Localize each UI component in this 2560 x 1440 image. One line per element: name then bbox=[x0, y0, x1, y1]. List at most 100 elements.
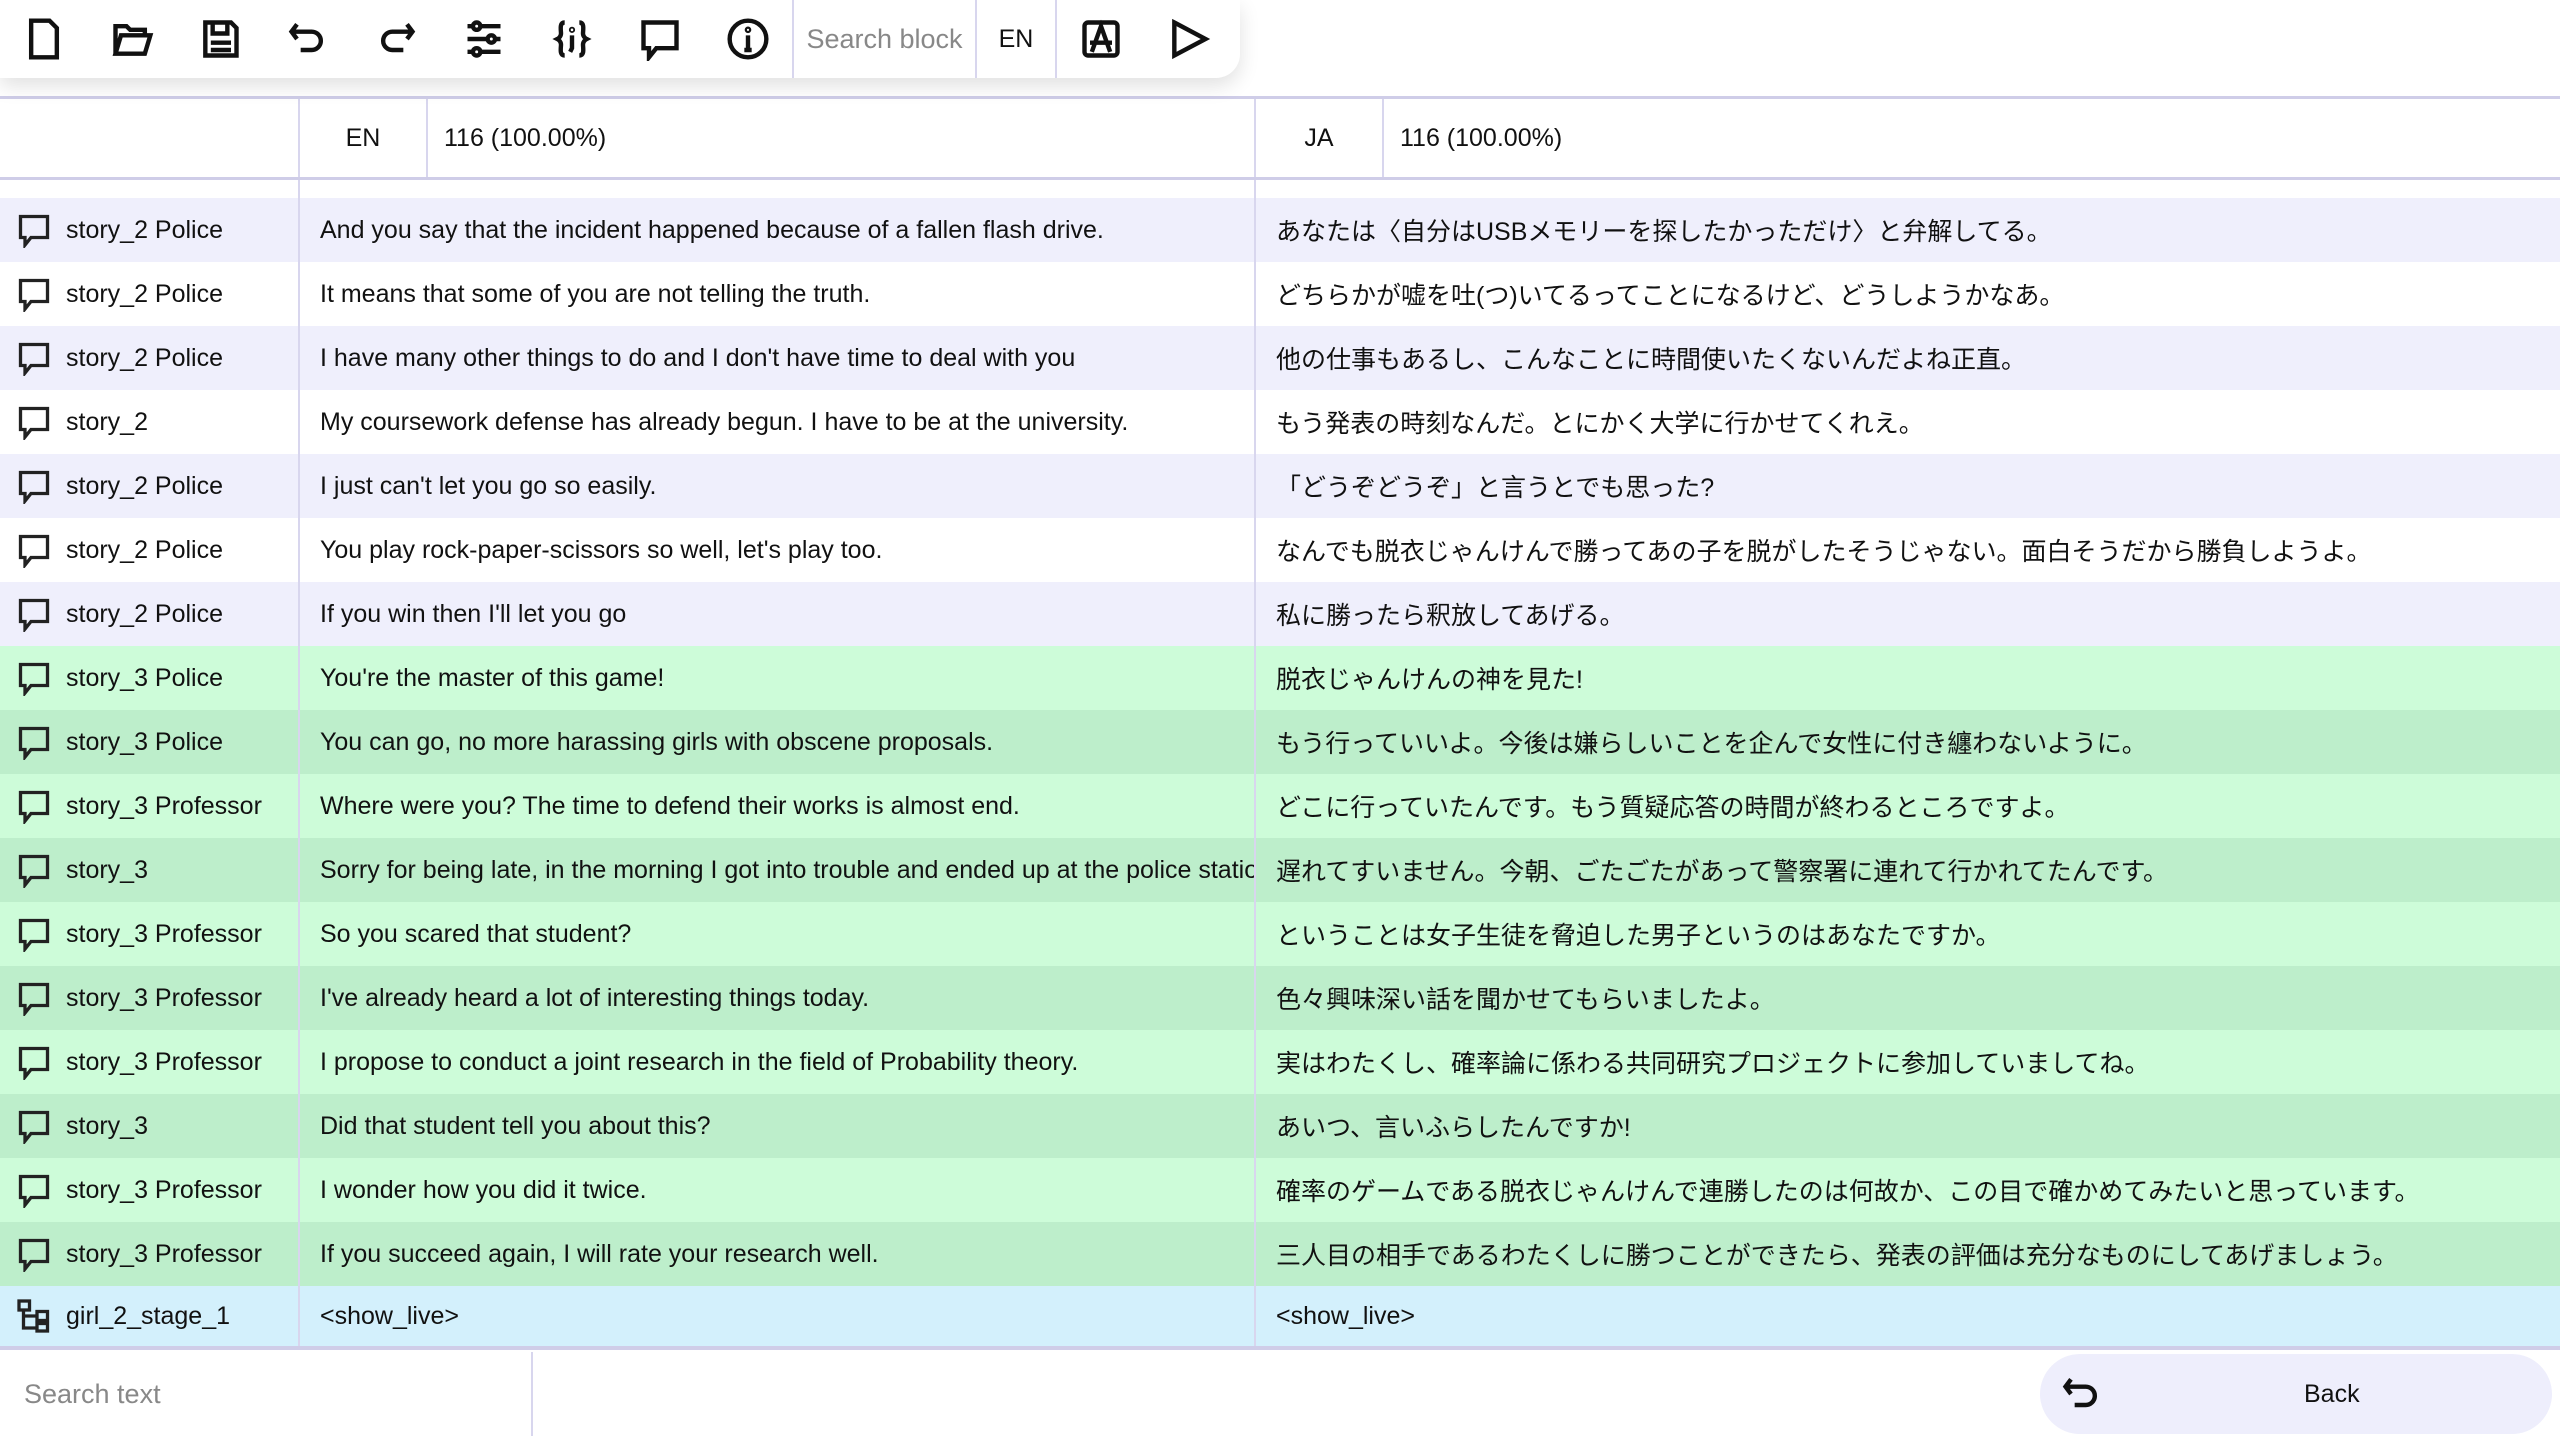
source-text-cell[interactable]: I have many other things to do and I don… bbox=[300, 326, 1256, 390]
table-row[interactable]: story_3 Professor I wonder how you did i… bbox=[0, 1158, 2560, 1222]
table-row[interactable]: story_2 Police You play rock-paper-sciss… bbox=[0, 518, 2560, 582]
speaker-cell[interactable]: story_2 Police bbox=[0, 518, 300, 582]
target-text-cell[interactable]: どこに行っていたんです。もう質疑応答の時間が終わるところですよ。 bbox=[1256, 774, 2560, 838]
source-text-cell[interactable]: If you succeed again, I will rate your r… bbox=[300, 1222, 1256, 1286]
comment-icon[interactable] bbox=[16, 532, 52, 568]
speaker-cell[interactable]: story_3 Professor bbox=[0, 1030, 300, 1094]
table-row[interactable]: story_3 Professor Where were you? The ti… bbox=[0, 774, 2560, 838]
speaker-cell[interactable]: story_2 Police bbox=[0, 326, 300, 390]
undo-icon[interactable] bbox=[264, 0, 352, 78]
source-text-cell[interactable]: You're the master of this game! bbox=[300, 646, 1256, 710]
speaker-cell[interactable]: story_2 Police bbox=[0, 582, 300, 646]
comment-icon[interactable] bbox=[16, 852, 52, 888]
source-text-cell[interactable]: Did that student tell you about this? bbox=[300, 1094, 1256, 1158]
comment-icon[interactable] bbox=[16, 468, 52, 504]
source-text-cell[interactable]: Sorry for being late, in the morning I g… bbox=[300, 838, 1256, 902]
target-text-cell[interactable]: なんでも脱衣じゃんけんで勝ってあの子を脱がしたそうじゃない。面白そうだから勝負し… bbox=[1256, 518, 2560, 582]
source-text-cell[interactable]: I just can't let you go so easily. bbox=[300, 454, 1256, 518]
comment-icon[interactable] bbox=[16, 788, 52, 824]
speaker-cell[interactable]: story_3 Professor bbox=[0, 1222, 300, 1286]
open-folder-icon[interactable] bbox=[88, 0, 176, 78]
comment-icon[interactable] bbox=[16, 212, 52, 248]
table-row[interactable]: story_3 Professor I propose to conduct a… bbox=[0, 1030, 2560, 1094]
table-row[interactable]: story_3 Police You can go, no more haras… bbox=[0, 710, 2560, 774]
search-text-input[interactable]: Search text bbox=[0, 1352, 533, 1436]
target-text-cell[interactable]: 実はわたくし、確率論に係わる共同研究プロジェクトに参加していましてね。 bbox=[1256, 1030, 2560, 1094]
json-braces-icon[interactable] bbox=[528, 0, 616, 78]
table-row[interactable]: story_3 Police You're the master of this… bbox=[0, 646, 2560, 710]
comment-icon[interactable] bbox=[16, 724, 52, 760]
source-text-cell[interactable]: <show_live> bbox=[300, 1286, 1256, 1346]
table-row[interactable]: girl_2_stage_1 <show_live> <show_live> bbox=[0, 1286, 2560, 1350]
play-icon[interactable] bbox=[1145, 0, 1233, 78]
target-text-cell[interactable]: 色々興味深い話を聞かせてもらいましたよ。 bbox=[1256, 966, 2560, 1030]
target-text-cell[interactable]: 「どうぞどうぞ」と言うとでも思った? bbox=[1256, 454, 2560, 518]
comment-icon[interactable] bbox=[16, 1236, 52, 1272]
comment-icon[interactable] bbox=[16, 404, 52, 440]
speaker-cell[interactable]: story_3 bbox=[0, 838, 300, 902]
back-button[interactable]: Back bbox=[2040, 1354, 2552, 1434]
speaker-cell[interactable]: story_2 Police bbox=[0, 262, 300, 326]
source-text-cell[interactable]: I wonder how you did it twice. bbox=[300, 1158, 1256, 1222]
target-text-cell[interactable]: あなたは〈自分はUSBメモリーを探したかっただけ〉と弁解してる。 bbox=[1256, 198, 2560, 262]
target-text-cell[interactable]: 遅れてすいません。今朝、ごたごたがあって警察署に連れて行かれてたんです。 bbox=[1256, 838, 2560, 902]
source-text-cell[interactable]: It means that some of you are not tellin… bbox=[300, 262, 1256, 326]
source-text-cell[interactable]: I've already heard a lot of interesting … bbox=[300, 966, 1256, 1030]
speaker-cell[interactable]: story_3 Professor bbox=[0, 774, 300, 838]
target-text-cell[interactable]: 他の仕事もあるし、こんなことに時間使いたくないんだよね正直。 bbox=[1256, 326, 2560, 390]
comment-icon[interactable] bbox=[16, 596, 52, 632]
language-toggle[interactable]: EN bbox=[977, 0, 1057, 78]
comment-icon[interactable] bbox=[16, 980, 52, 1016]
target-text-cell[interactable]: ということは女子生徒を脅迫した男子というのはあなたですか。 bbox=[1256, 902, 2560, 966]
translate-icon[interactable] bbox=[1057, 0, 1145, 78]
comment-icon[interactable] bbox=[16, 1172, 52, 1208]
search-block-input[interactable]: Search block bbox=[792, 0, 977, 78]
speaker-cell[interactable]: story_2 bbox=[0, 390, 300, 454]
target-text-cell[interactable]: あいつ、言いふらしたんですか! bbox=[1256, 1094, 2560, 1158]
target-text-cell[interactable]: もう発表の時刻なんだ。とにかく大学に行かせてくれえ。 bbox=[1256, 390, 2560, 454]
info-icon[interactable] bbox=[704, 0, 792, 78]
save-icon[interactable] bbox=[176, 0, 264, 78]
new-file-icon[interactable] bbox=[0, 0, 88, 78]
target-text-cell[interactable]: 私に勝ったら釈放してあげる。 bbox=[1256, 582, 2560, 646]
table-row[interactable]: story_3 Sorry for being late, in the mor… bbox=[0, 838, 2560, 902]
table-row[interactable]: story_3 Professor So you scared that stu… bbox=[0, 902, 2560, 966]
table-row[interactable]: story_3 Professor If you succeed again, … bbox=[0, 1222, 2560, 1286]
target-text-cell[interactable]: 脱衣じゃんけんの神を見た! bbox=[1256, 646, 2560, 710]
speaker-cell[interactable]: story_2 Police bbox=[0, 198, 300, 262]
speaker-cell[interactable]: story_3 Police bbox=[0, 646, 300, 710]
table-row[interactable]: story_2 Police If you win then I'll let … bbox=[0, 582, 2560, 646]
comment-icon[interactable] bbox=[616, 0, 704, 78]
table-row[interactable]: story_3 Professor I've already heard a l… bbox=[0, 966, 2560, 1030]
target-text-cell[interactable]: 確率のゲームである脱衣じゃんけんで連勝したのは何故か、この目で確かめてみたいと思… bbox=[1256, 1158, 2560, 1222]
comment-icon[interactable] bbox=[16, 276, 52, 312]
speaker-cell[interactable]: story_3 bbox=[0, 1094, 300, 1158]
table-row[interactable]: story_2 Police And you say that the inci… bbox=[0, 198, 2560, 262]
source-text-cell[interactable]: If you win then I'll let you go bbox=[300, 582, 1256, 646]
comment-icon[interactable] bbox=[16, 660, 52, 696]
speaker-cell[interactable]: girl_2_stage_1 bbox=[0, 1286, 300, 1346]
speaker-cell[interactable]: story_3 Police bbox=[0, 710, 300, 774]
source-text-cell[interactable]: And you say that the incident happened b… bbox=[300, 198, 1256, 262]
node-tree-icon[interactable] bbox=[16, 1298, 52, 1334]
target-text-cell[interactable]: もう行っていいよ。今後は嫌らしいことを企んで女性に付き纏わないように。 bbox=[1256, 710, 2560, 774]
source-text-cell[interactable]: Where were you? The time to defend their… bbox=[300, 774, 1256, 838]
table-row[interactable]: story_2 My coursework defense has alread… bbox=[0, 390, 2560, 454]
comment-icon[interactable] bbox=[16, 916, 52, 952]
table-row[interactable]: story_2 Police I just can't let you go s… bbox=[0, 454, 2560, 518]
speaker-cell[interactable]: story_3 Professor bbox=[0, 902, 300, 966]
comment-icon[interactable] bbox=[16, 1108, 52, 1144]
source-text-cell[interactable]: You play rock-paper-scissors so well, le… bbox=[300, 518, 1256, 582]
source-text-cell[interactable]: I propose to conduct a joint research in… bbox=[300, 1030, 1256, 1094]
table-row[interactable]: story_2 Police It means that some of you… bbox=[0, 262, 2560, 326]
table-row[interactable]: story_3 Did that student tell you about … bbox=[0, 1094, 2560, 1158]
source-text-cell[interactable]: You can go, no more harassing girls with… bbox=[300, 710, 1256, 774]
comment-icon[interactable] bbox=[16, 340, 52, 376]
speaker-cell[interactable]: story_3 Professor bbox=[0, 1158, 300, 1222]
speaker-cell[interactable]: story_3 Professor bbox=[0, 966, 300, 1030]
table-row[interactable]: story_2 Police I have many other things … bbox=[0, 326, 2560, 390]
settings-sliders-icon[interactable] bbox=[440, 0, 528, 78]
target-text-cell[interactable]: <show_live> bbox=[1256, 1286, 2560, 1346]
redo-icon[interactable] bbox=[352, 0, 440, 78]
target-text-cell[interactable]: どちらかが嘘を吐(つ)いてるってことになるけど、どうしようかなあ。 bbox=[1256, 262, 2560, 326]
